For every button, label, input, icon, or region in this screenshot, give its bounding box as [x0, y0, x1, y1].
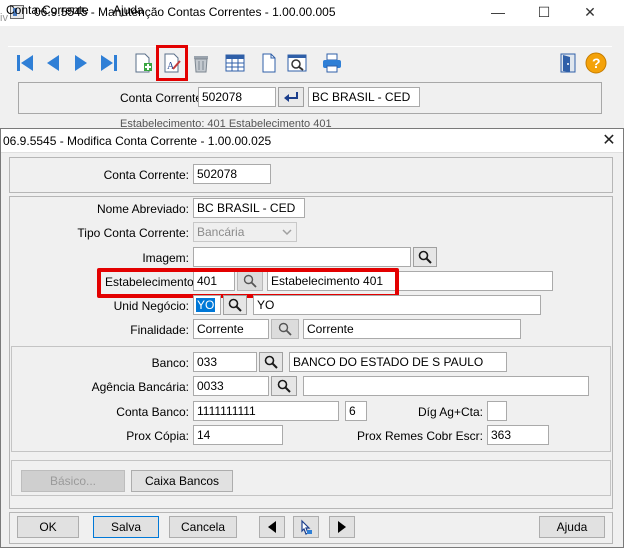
last-record-icon	[101, 55, 117, 71]
magnifier-icon	[418, 250, 432, 264]
agencia-desc	[303, 376, 589, 396]
chevron-down-icon	[282, 229, 292, 236]
imagem-field[interactable]	[193, 247, 411, 267]
ajuda-button[interactable]: Ajuda	[539, 516, 605, 538]
conta-corrente-label: Conta Corrente:	[103, 168, 189, 182]
dialog-close-button[interactable]: ✕	[597, 131, 621, 151]
finalidade-field[interactable]: Corrente	[193, 319, 269, 339]
salva-button[interactable]: Salva	[93, 516, 159, 538]
dialog-title: 06.9.5545 - Modifica Conta Corrente - 1.…	[3, 134, 272, 148]
cancela-button[interactable]: Cancela	[169, 516, 237, 538]
ok-button[interactable]: OK	[17, 516, 79, 538]
pointer-hand-icon	[301, 519, 312, 535]
exit-button[interactable]	[555, 50, 581, 76]
conta-banco-field[interactable]: 1111111111	[193, 401, 339, 421]
unid-negocio-value: YO	[196, 298, 216, 312]
magnifier-icon	[278, 322, 292, 336]
minimize-button[interactable]: —	[475, 0, 521, 26]
zoom-window-icon	[287, 54, 307, 72]
nome-abreviado-field[interactable]: BC BRASIL - CED	[193, 198, 305, 218]
banco-desc: BANCO DO ESTADO DE S PAULO	[289, 352, 507, 372]
previous-record-icon	[47, 55, 59, 71]
agencia-search-button[interactable]	[271, 376, 297, 396]
previous-arrow-icon	[268, 521, 276, 533]
menu-conta-corrente[interactable]: Conta-Corrente	[6, 3, 89, 17]
next-button[interactable]	[329, 516, 355, 538]
pointer-button[interactable]	[293, 516, 319, 538]
prox-remes-field[interactable]: 363	[487, 425, 549, 445]
next-record-icon	[75, 55, 87, 71]
finalidade-search-button[interactable]	[271, 319, 299, 339]
previous-record-button[interactable]	[40, 50, 66, 76]
prox-copia-label: Prox Cópia:	[126, 429, 189, 443]
menu-ajuda[interactable]: Ajuda	[113, 3, 144, 17]
exit-door-icon	[560, 53, 576, 73]
imagem-search-button[interactable]	[413, 247, 437, 267]
magnifier-icon	[228, 298, 242, 312]
banco-search-button[interactable]	[259, 352, 283, 372]
next-arrow-icon	[338, 521, 346, 533]
unid-negocio-label: Unid Negócio:	[113, 299, 189, 313]
previous-button[interactable]	[259, 516, 285, 538]
conta-banco-digito-field[interactable]: 6	[345, 401, 367, 421]
help-button[interactable]: ?	[583, 50, 609, 76]
magnifier-icon	[264, 355, 278, 369]
unid-negocio-search-button[interactable]	[223, 295, 247, 315]
conta-corrente-field[interactable]: 502078	[193, 164, 271, 184]
next-record-button[interactable]	[68, 50, 94, 76]
main-conta-corrente-input[interactable]: 502078	[198, 87, 276, 107]
estabelecimento-highlight	[97, 268, 399, 298]
finalidade-desc: Corrente	[303, 319, 521, 339]
dig-ag-cta-field[interactable]	[487, 401, 507, 421]
svg-text:?: ?	[592, 55, 601, 71]
dig-ag-cta-label: Díg Ag+Cta:	[417, 405, 483, 419]
main-go-button[interactable]	[278, 87, 304, 107]
basico-button[interactable]: Básico...	[21, 470, 125, 492]
banco-field[interactable]: 033	[193, 352, 257, 372]
tipo-conta-label: Tipo Conta Corrente:	[77, 226, 189, 240]
nome-abreviado-label: Nome Abreviado:	[96, 202, 189, 216]
menu-bar	[0, 26, 624, 46]
agencia-field[interactable]: 0033	[193, 376, 269, 396]
main-conta-corrente-label: Conta Corrente:	[120, 91, 206, 105]
print-icon	[323, 53, 341, 73]
maximize-button[interactable]: ☐	[521, 0, 567, 26]
document-button[interactable]	[256, 50, 282, 76]
magnifier-icon	[277, 379, 291, 393]
banco-label: Banco:	[151, 356, 189, 370]
tipo-conta-value: Bancária	[197, 225, 245, 239]
prox-copia-field[interactable]: 14	[193, 425, 283, 445]
last-record-button[interactable]	[96, 50, 122, 76]
agencia-label: Agência Bancária:	[91, 380, 189, 394]
conta-banco-label: Conta Banco:	[116, 405, 189, 419]
grid-view-icon	[225, 54, 245, 72]
first-record-button[interactable]	[12, 50, 38, 76]
unid-negocio-field[interactable]: YO	[193, 295, 221, 315]
help-icon: ?	[585, 52, 607, 74]
tipo-conta-select: Bancária	[193, 222, 297, 242]
caixa-bancos-button[interactable]: Caixa Bancos	[131, 470, 233, 492]
zoom-window-button[interactable]	[284, 50, 310, 76]
print-button[interactable]	[319, 50, 345, 76]
new-record-icon	[135, 53, 152, 73]
prox-remes-label: Prox Remes Cobr Escr:	[356, 429, 483, 443]
document-icon	[262, 53, 276, 73]
delete-record-icon	[194, 56, 208, 73]
modify-tool-highlight	[156, 45, 188, 81]
new-record-button[interactable]	[130, 50, 156, 76]
delete-record-button[interactable]	[188, 50, 214, 76]
first-record-icon	[17, 55, 33, 71]
imagem-label: Imagem:	[142, 251, 189, 265]
finalidade-label: Finalidade:	[130, 323, 189, 337]
grid-view-button[interactable]	[222, 50, 248, 76]
main-conta-corrente-desc: BC BRASIL - CED	[308, 87, 420, 107]
close-window-button[interactable]: ✕	[567, 0, 613, 26]
enter-arrow-icon	[284, 92, 298, 102]
unid-negocio-desc: YO	[253, 295, 541, 315]
modify-dialog: 06.9.5545 - Modifica Conta Corrente - 1.…	[0, 128, 624, 548]
